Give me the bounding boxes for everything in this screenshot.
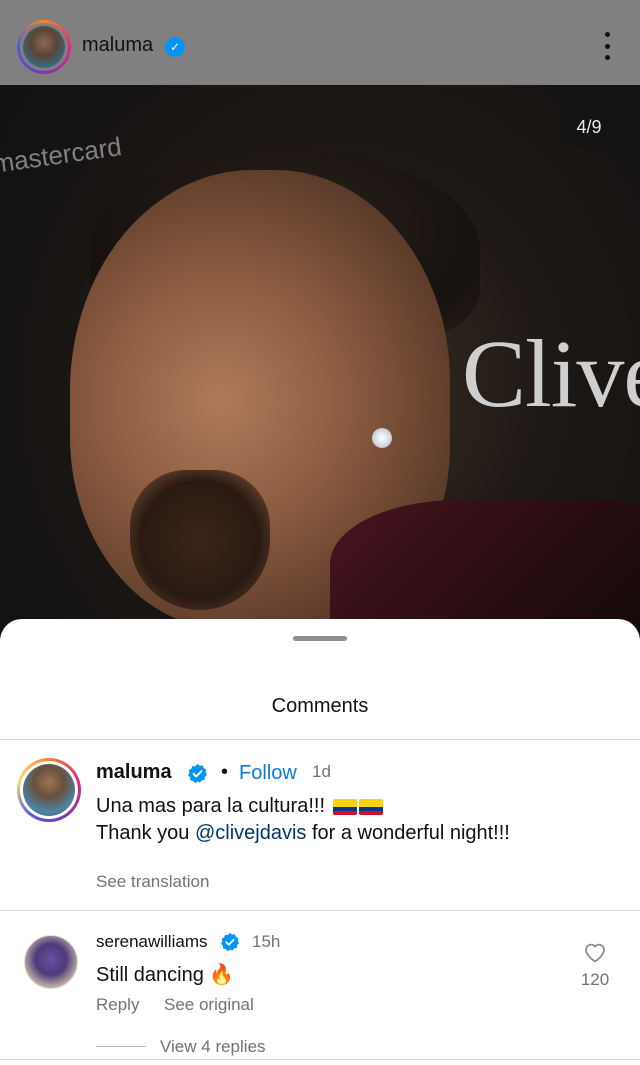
caption-text-2-suffix: for a wonderful night!!!: [306, 822, 510, 844]
commenter-avatar[interactable]: [24, 935, 78, 989]
caption-line-2: Thank you @clivejdavis for a wonderful n…: [96, 822, 510, 845]
verified-icon: ✓: [165, 37, 185, 57]
comments-sheet: Comments maluma • Follow 1d Una mas para…: [0, 619, 640, 1065]
like-count: 120: [580, 970, 610, 989]
caption-username[interactable]: maluma: [96, 761, 172, 784]
caption-text-2-prefix: Thank you: [96, 822, 195, 844]
heart-icon[interactable]: [583, 941, 607, 963]
caption-line-1: Una mas para la cultura!!!: [96, 795, 383, 818]
comment-time: 15h: [252, 932, 281, 951]
photo-earring: [372, 428, 392, 448]
verified-icon: [188, 763, 207, 784]
see-translation-link[interactable]: See translation: [96, 872, 209, 892]
see-original-link[interactable]: See original: [164, 995, 254, 1015]
caption-text-1: Una mas para la cultura!!!: [96, 795, 325, 817]
backdrop-logo: mastercard: [0, 131, 124, 179]
post-header: maluma ✓: [0, 0, 640, 85]
sheet-title: Comments: [271, 695, 369, 717]
post-author-avatar[interactable]: [17, 20, 71, 74]
sheet-drag-handle[interactable]: [293, 636, 347, 641]
view-replies-button[interactable]: View 4 replies: [160, 1037, 266, 1057]
divider: [0, 1059, 640, 1060]
comment-text: Still dancing 🔥: [96, 964, 235, 986]
mention-link[interactable]: @clivejdavis: [195, 822, 306, 844]
follow-button[interactable]: Follow: [239, 762, 297, 785]
reply-button[interactable]: Reply: [96, 995, 139, 1015]
post-photo[interactable]: mastercard Clive: [0, 0, 640, 640]
post-author-username[interactable]: maluma: [82, 34, 153, 57]
divider: [0, 739, 640, 740]
replies-divider-line: [96, 1046, 146, 1047]
caption-author-avatar[interactable]: [17, 758, 81, 822]
separator-dot: •: [221, 761, 229, 783]
backdrop-clive-text: Clive: [462, 320, 640, 427]
commenter-username[interactable]: serenawilliams: [96, 932, 207, 952]
caption-time: 1d: [312, 762, 331, 781]
colombia-flag-icon: [358, 798, 383, 815]
divider: [0, 910, 640, 911]
carousel-counter: 4/9: [558, 108, 620, 146]
verified-icon: [221, 932, 239, 952]
photo-beard: [130, 470, 270, 610]
more-options-icon[interactable]: [597, 32, 617, 60]
colombia-flag-icon: [332, 798, 357, 815]
